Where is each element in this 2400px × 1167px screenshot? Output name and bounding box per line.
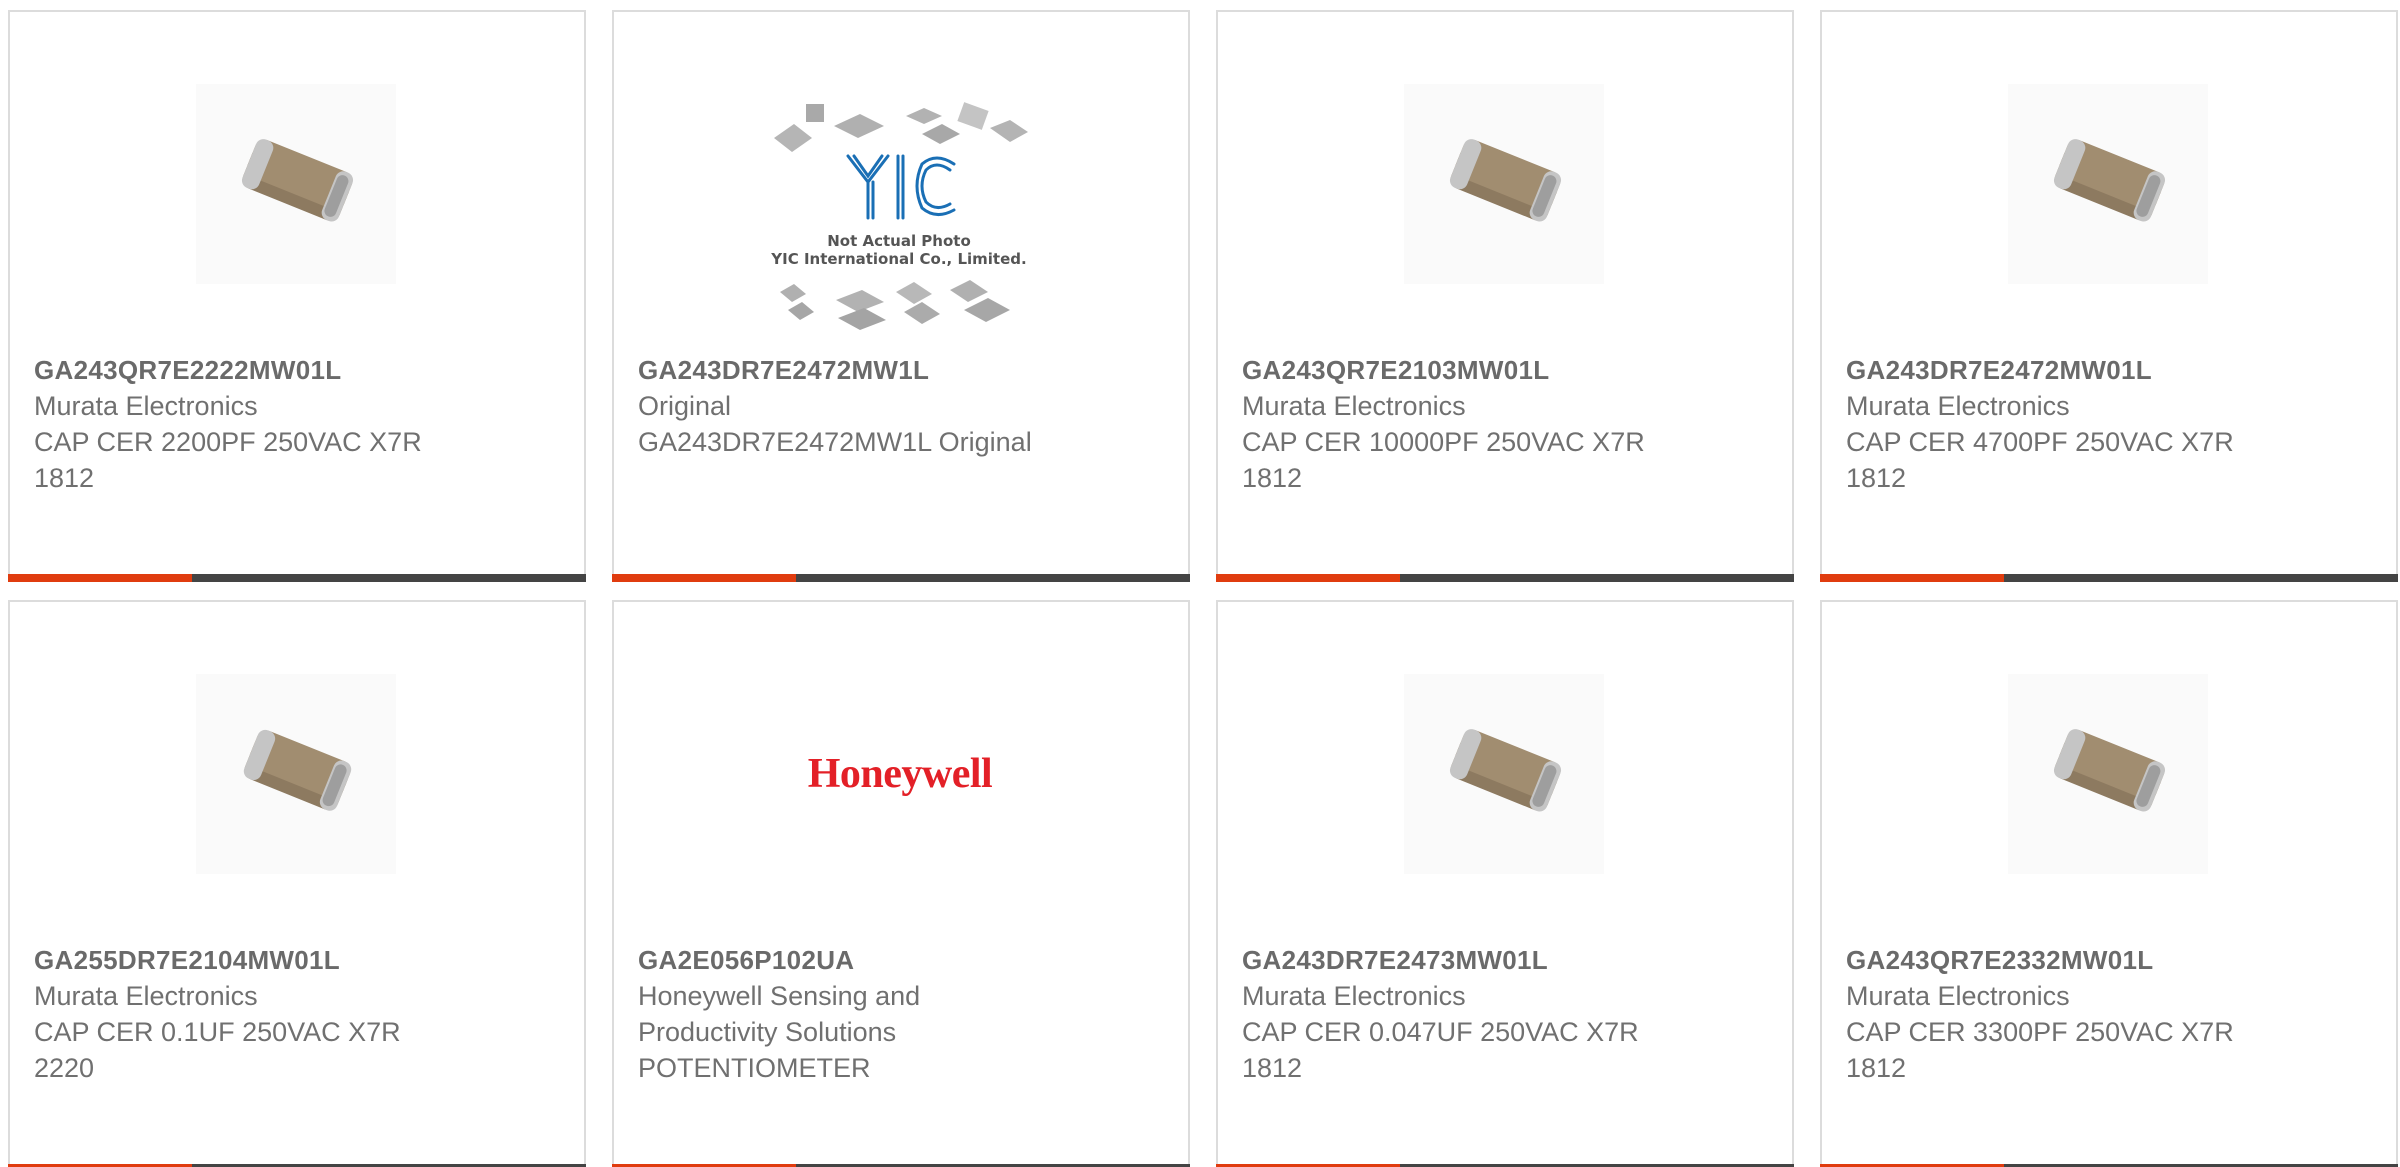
product-description: CAP CER 4700PF 250VAC X7R 1812	[1846, 427, 2234, 493]
part-number[interactable]: GA255DR7E2104MW01L	[34, 942, 454, 978]
capacitor-image[interactable]	[1404, 674, 1604, 874]
product-grid: GA243QR7E2222MW01L Murata Electronics CA…	[0, 0, 2400, 1167]
card-accent	[1216, 574, 1400, 582]
card-footer-bar	[1820, 574, 2398, 582]
caption-line-2: YIC International Co., Limited.	[771, 250, 1027, 268]
honeywell-logo: Honeywell	[807, 751, 993, 797]
capacitor-image[interactable]	[196, 674, 396, 874]
manufacturer-name: Murata Electronics	[1242, 981, 1466, 1011]
capacitor-image[interactable]	[2008, 674, 2208, 874]
product-card[interactable]: GA243DR7E2472MW01L Murata Electronics CA…	[1820, 10, 2398, 582]
product-description: GA243DR7E2472MW1L Original	[638, 427, 1032, 457]
manufacturer-name: Murata Electronics	[34, 981, 258, 1011]
manufacturer-name: Murata Electronics	[1846, 391, 2070, 421]
product-description: CAP CER 0.047UF 250VAC X7R 1812	[1242, 1017, 1639, 1083]
product-card[interactable]: Honeywell GA2E056P102UA Honeywell Sensin…	[612, 600, 1190, 1167]
part-number[interactable]: GA243DR7E2472MW1L	[638, 352, 1058, 388]
product-card[interactable]: GA255DR7E2104MW01L Murata Electronics CA…	[8, 600, 586, 1167]
product-description: CAP CER 10000PF 250VAC X7R 1812	[1242, 427, 1645, 493]
capacitor-image[interactable]	[2008, 84, 2208, 284]
card-footer-bar	[1216, 574, 1794, 582]
manufacturer-name: Original	[638, 391, 732, 421]
part-number[interactable]: GA2E056P102UA	[638, 942, 1058, 978]
honeywell-logo-image[interactable]: Honeywell	[800, 674, 1000, 874]
product-card[interactable]: GA243QR7E2332MW01L Murata Electronics CA…	[1820, 600, 2398, 1167]
product-card[interactable]: GA243DR7E2473MW01L Murata Electronics CA…	[1216, 600, 1794, 1167]
manufacturer-name: Murata Electronics	[34, 391, 258, 421]
manufacturer-name: Murata Electronics	[1846, 981, 2070, 1011]
card-accent	[612, 574, 796, 582]
part-number[interactable]: GA243QR7E2332MW01L	[1846, 942, 2266, 978]
manufacturer-name: Murata Electronics	[1242, 391, 1466, 421]
capacitor-image[interactable]	[1404, 84, 1604, 284]
part-number[interactable]: GA243QR7E2103MW01L	[1242, 352, 1662, 388]
card-accent	[1820, 574, 2004, 582]
caption-line-1: Not Actual Photo	[827, 232, 971, 250]
product-card[interactable]: GA243QR7E2222MW01L Murata Electronics CA…	[8, 10, 586, 582]
capacitor-image[interactable]	[196, 84, 396, 284]
card-footer-bar	[8, 574, 586, 582]
product-description: POTENTIOMETER	[638, 1053, 871, 1083]
part-number[interactable]: GA243DR7E2473MW01L	[1242, 942, 1662, 978]
image-caption: Not Actual Photo YIC International Co., …	[764, 232, 1034, 268]
product-description: CAP CER 3300PF 250VAC X7R 1812	[1846, 1017, 2234, 1083]
part-number[interactable]: GA243QR7E2222MW01L	[34, 352, 454, 388]
card-accent	[8, 574, 192, 582]
yic-placeholder-image[interactable]: Not Actual Photo YIC International Co., …	[764, 98, 1034, 338]
product-description: CAP CER 2200PF 250VAC X7R 1812	[34, 427, 422, 493]
part-number[interactable]: GA243DR7E2472MW01L	[1846, 352, 2266, 388]
product-card[interactable]: Not Actual Photo YIC International Co., …	[612, 10, 1190, 582]
product-card[interactable]: GA243QR7E2103MW01L Murata Electronics CA…	[1216, 10, 1794, 582]
card-footer-bar	[612, 574, 1190, 582]
manufacturer-name: Honeywell Sensing and Productivity Solut…	[638, 981, 921, 1047]
product-description: CAP CER 0.1UF 250VAC X7R 2220	[34, 1017, 401, 1083]
